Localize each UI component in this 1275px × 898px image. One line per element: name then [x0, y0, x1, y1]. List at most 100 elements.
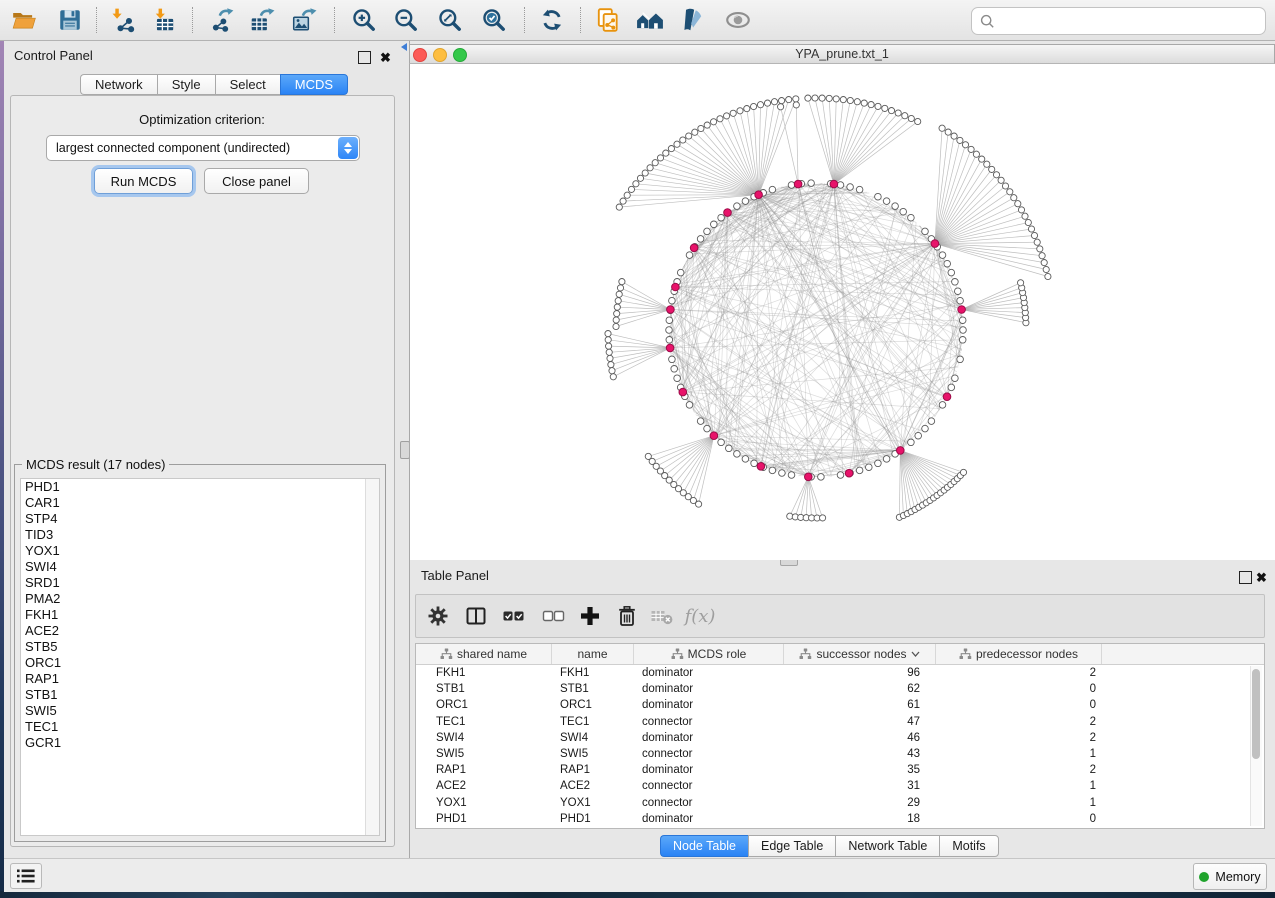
delete-table-button[interactable] — [648, 602, 676, 630]
ring-node[interactable] — [915, 432, 922, 439]
search-field[interactable] — [971, 7, 1266, 35]
leaf-node[interactable] — [642, 170, 648, 176]
leaf-node[interactable] — [663, 150, 669, 156]
ring-node[interactable] — [697, 418, 704, 425]
ring-node[interactable] — [866, 464, 873, 471]
ring-node[interactable] — [711, 221, 718, 228]
leaf-node[interactable] — [609, 368, 615, 374]
mcds-hub-node[interactable] — [679, 388, 687, 396]
result-node-item[interactable]: SRD1 — [21, 575, 379, 591]
function-builder-button[interactable]: f(x) — [682, 602, 718, 630]
ring-node[interactable] — [734, 451, 741, 458]
leaf-node[interactable] — [1015, 201, 1021, 207]
add-entry-button[interactable] — [576, 602, 604, 630]
zoom-selected-button[interactable] — [478, 4, 510, 36]
ring-node[interactable] — [922, 228, 929, 235]
leaf-node[interactable] — [1018, 280, 1024, 286]
ring-node[interactable] — [837, 182, 844, 189]
ring-node[interactable] — [939, 402, 946, 409]
close-panel-button[interactable]: Close panel — [204, 168, 309, 194]
ring-node[interactable] — [788, 472, 795, 479]
leaf-node[interactable] — [686, 133, 692, 139]
column-header-predecessor-nodes[interactable]: predecessor nodes — [936, 644, 1102, 664]
tab-style[interactable]: Style — [157, 74, 215, 95]
table-row[interactable]: PHD1PHD1dominator180 — [416, 811, 1264, 827]
leaf-node[interactable] — [1043, 266, 1049, 272]
select-all-button[interactable] — [500, 602, 528, 630]
leaf-node[interactable] — [854, 99, 860, 105]
leaf-node[interactable] — [786, 97, 792, 103]
result-node-item[interactable]: STB5 — [21, 639, 379, 655]
leaf-node[interactable] — [637, 175, 643, 181]
leaf-node[interactable] — [757, 102, 763, 108]
share-network-button[interactable] — [592, 4, 624, 36]
leaf-node[interactable] — [680, 137, 686, 143]
result-node-item[interactable]: GCR1 — [21, 735, 379, 751]
mcds-hub-node[interactable] — [755, 191, 763, 199]
leaf-node[interactable] — [616, 204, 622, 210]
leaf-node[interactable] — [984, 161, 990, 167]
leaf-node[interactable] — [902, 113, 908, 119]
leaf-node[interactable] — [751, 103, 757, 109]
table-row[interactable]: SWI4SWI4dominator462 — [416, 730, 1264, 746]
table-row[interactable]: SWI5SWI5connector431 — [416, 746, 1264, 762]
leaf-node[interactable] — [915, 118, 921, 124]
ring-node[interactable] — [666, 327, 673, 334]
leaf-node[interactable] — [979, 156, 985, 162]
leaf-node[interactable] — [1018, 207, 1024, 213]
leaf-node[interactable] — [613, 317, 619, 323]
result-node-item[interactable]: PHD1 — [21, 479, 379, 495]
ring-node[interactable] — [900, 208, 907, 215]
leaf-node[interactable] — [619, 279, 625, 285]
tab-network-table[interactable]: Network Table — [835, 835, 939, 857]
export-network-button[interactable] — [206, 4, 238, 36]
table-row[interactable]: ACE2ACE2connector311 — [416, 778, 1264, 794]
leaf-node[interactable] — [945, 129, 951, 135]
import-network-button[interactable] — [108, 4, 140, 36]
ring-node[interactable] — [875, 193, 882, 200]
leaf-node[interactable] — [607, 355, 613, 361]
ring-node[interactable] — [948, 384, 955, 391]
leaf-node[interactable] — [647, 165, 653, 171]
ring-node[interactable] — [671, 366, 678, 373]
mcds-result-list[interactable]: PHD1CAR1STP4TID3YOX1SWI4SRD1PMA2FKH1ACE2… — [20, 478, 380, 836]
ring-node[interactable] — [957, 297, 964, 304]
leaf-node[interactable] — [652, 160, 658, 166]
table-row[interactable]: ORC1ORC1dominator610 — [416, 697, 1264, 713]
import-table-button[interactable] — [148, 4, 180, 36]
leaf-node[interactable] — [908, 115, 914, 121]
leaf-node[interactable] — [744, 106, 750, 112]
ring-node[interactable] — [669, 356, 676, 363]
mcds-hub-node[interactable] — [830, 180, 838, 188]
result-node-item[interactable]: SWI4 — [21, 559, 379, 575]
leaf-node[interactable] — [962, 142, 968, 148]
leaf-node[interactable] — [1025, 219, 1031, 225]
leaf-node[interactable] — [778, 104, 784, 110]
leaf-node[interactable] — [771, 99, 777, 105]
zoom-in-button[interactable] — [348, 4, 380, 36]
ring-node[interactable] — [788, 182, 795, 189]
show-graphics-details-button[interactable] — [722, 4, 754, 36]
table-scrollbar-thumb[interactable] — [1252, 669, 1260, 759]
result-node-item[interactable]: STP4 — [21, 511, 379, 527]
leaf-node[interactable] — [957, 137, 963, 143]
table-row[interactable]: RAP1RAP1dominator352 — [416, 762, 1264, 778]
leaf-node[interactable] — [960, 469, 966, 475]
leaf-node[interactable] — [711, 119, 717, 125]
mcds-hub-node[interactable] — [794, 180, 802, 188]
leaf-node[interactable] — [608, 362, 614, 368]
result-node-item[interactable]: TID3 — [21, 527, 379, 543]
save-session-button[interactable] — [54, 4, 86, 36]
memory-button[interactable]: Memory — [1193, 863, 1267, 890]
leaf-node[interactable] — [698, 125, 704, 131]
mcds-hub-node[interactable] — [710, 432, 718, 440]
leaf-node[interactable] — [617, 285, 623, 291]
mcds-hub-node[interactable] — [690, 244, 698, 252]
ring-node[interactable] — [856, 186, 863, 193]
ring-node[interactable] — [959, 337, 966, 344]
leaf-node[interactable] — [779, 98, 785, 104]
ring-node[interactable] — [666, 317, 673, 324]
tab-mcds[interactable]: MCDS — [280, 74, 348, 95]
leaf-node[interactable] — [737, 108, 743, 114]
ring-node[interactable] — [704, 425, 711, 432]
